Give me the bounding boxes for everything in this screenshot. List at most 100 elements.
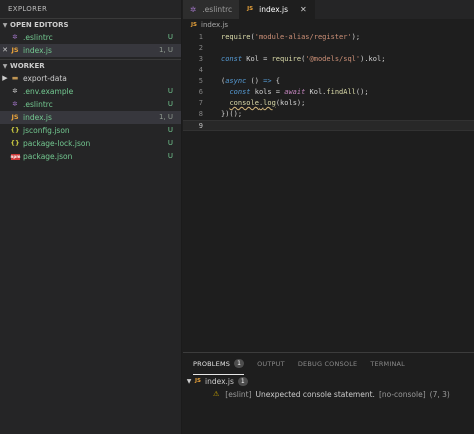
tab-debug-console[interactable]: DEBUG CONSOLE (298, 353, 358, 375)
js-icon: JS (247, 6, 254, 12)
tab-label: PROBLEMS (193, 359, 231, 368)
problem-file-count-badge: 1 (237, 377, 248, 386)
line-number: 1 (198, 33, 203, 41)
token: () (246, 77, 264, 85)
chevron-right-icon: ▶ (2, 74, 8, 82)
open-editors-label: OPEN EDITORS (10, 20, 69, 29)
js-icon: JS (195, 378, 202, 384)
git-status-badge: U (167, 139, 173, 147)
tree-item-package-json[interactable]: npm package.json U (0, 150, 181, 163)
tree-item-export-data[interactable]: ▶ ▬ export-data (0, 72, 181, 85)
close-icon[interactable]: ✕ (0, 44, 10, 57)
token: console (229, 99, 259, 107)
token: '@models/sql' (305, 55, 361, 63)
problem-rule: [no-console] (378, 390, 426, 399)
code-line: 7 console.log(kols); (183, 98, 474, 109)
explorer-sidebar: EXPLORER ▼ OPEN EDITORS ✲ .eslintrc U ✕ … (0, 0, 182, 434)
line-number: 2 (198, 44, 203, 52)
worker-header[interactable]: ▼ WORKER (0, 59, 181, 72)
js-icon: JS (191, 22, 198, 28)
chevron-down-icon: ▼ (186, 378, 192, 385)
token: async (225, 77, 247, 85)
current-code-line: 9 (183, 120, 474, 131)
code-line: 8 })(); (183, 109, 474, 120)
tree-item-jsconfig-json[interactable]: {} jsconfig.json U (0, 124, 181, 137)
tree-item-package-lock-json[interactable]: {} package-lock.json U (0, 137, 181, 150)
token: ); (296, 99, 306, 107)
token: Kol = (242, 55, 272, 63)
tree-item-index-js[interactable]: JS index.js 1, U (0, 111, 181, 124)
problem-status-badge: 1, U (158, 46, 173, 54)
line-number: 6 (198, 88, 203, 96)
js-icon: JS (11, 46, 19, 54)
problem-message: Unexpected console statement. (255, 390, 375, 399)
token: log (263, 99, 276, 107)
file-name: index.js (23, 46, 52, 55)
token: await (284, 88, 306, 96)
file-name: package.json (23, 152, 73, 161)
code-line: 3 const Kol = require('@models/sql').kol… (183, 54, 474, 65)
token: { (271, 77, 281, 85)
token: kols = (250, 88, 285, 96)
problem-file-row[interactable]: ▼ JS index.js 1 (183, 375, 474, 388)
token: require (271, 55, 302, 63)
tab-label: .eslintrc (202, 5, 233, 14)
git-status-badge: U (167, 126, 173, 134)
git-status-badge: U (167, 33, 173, 41)
tab-index-js[interactable]: JS index.js ✕ (240, 0, 315, 19)
warning-icon: ⚠ (213, 390, 220, 398)
folder-icon: ▬ (11, 74, 19, 82)
bottom-panel: PROBLEMS 1 OUTPUT DEBUG CONSOLE TERMINAL… (183, 352, 474, 434)
tab-problems[interactable]: PROBLEMS 1 (193, 353, 245, 375)
file-name: package-lock.json (23, 139, 91, 148)
problems-count-badge: 1 (234, 359, 245, 368)
problem-item[interactable]: ⚠ [eslint] Unexpected console statement.… (183, 388, 474, 401)
open-editor-item-eslintrc[interactable]: ✲ .eslintrc U (0, 31, 181, 44)
breadcrumb-file: index.js (201, 21, 228, 29)
gear-icon: ✲ (12, 87, 18, 95)
close-icon[interactable]: ✕ (300, 0, 307, 19)
file-name: jsconfig.json (23, 126, 70, 135)
editor-tab-bar: ✲ .eslintrc JS index.js ✕ (183, 0, 474, 19)
code-line: 5 (async () => { (183, 76, 474, 87)
explorer-title: EXPLORER (8, 5, 48, 13)
chevron-down-icon: ▼ (2, 21, 8, 29)
gear-icon: ✲ (12, 100, 18, 108)
file-name: index.js (23, 113, 52, 122)
file-name: .env.example (23, 87, 74, 96)
line-number: 8 (198, 110, 203, 118)
tree-item-eslintrc[interactable]: ✲ .eslintrc U (0, 98, 181, 111)
code-line: 2 (183, 43, 474, 54)
code-line: 4 (183, 65, 474, 76)
token: require (221, 33, 251, 41)
tab-terminal[interactable]: TERMINAL (370, 353, 405, 375)
token: ); (351, 33, 361, 41)
git-status-badge: U (167, 152, 173, 160)
token: kols (280, 99, 297, 107)
git-status-badge: U (167, 100, 173, 108)
token: findAll (326, 88, 356, 96)
tab-eslintrc[interactable]: ✲ .eslintrc (183, 0, 241, 19)
open-editor-item-index-js[interactable]: ✕ JS index.js 1, U (0, 44, 181, 57)
problem-position: (7, 3) (429, 390, 450, 399)
code-line: 6 const kols = await Kol.findAll(); (183, 87, 474, 98)
gear-icon: ✲ (12, 33, 18, 41)
breadcrumb[interactable]: JS index.js (183, 19, 474, 32)
token: })(); (221, 110, 243, 118)
npm-icon: npm (10, 154, 21, 160)
line-number: 3 (198, 55, 203, 63)
problem-source: [eslint] (225, 390, 252, 399)
token: Kol. (305, 88, 327, 96)
gear-icon: ✲ (190, 5, 197, 14)
problem-file-name: index.js (205, 377, 234, 386)
tab-output[interactable]: OUTPUT (257, 353, 285, 375)
line-number: 4 (198, 66, 203, 74)
open-editors-header[interactable]: ▼ OPEN EDITORS (0, 18, 181, 31)
folder-name: export-data (23, 74, 67, 83)
json-icon: {} (10, 139, 20, 147)
tab-label: index.js (259, 5, 289, 14)
line-number: 7 (198, 99, 203, 107)
tree-item-env-example[interactable]: ✲ .env.example U (0, 85, 181, 98)
code-editor[interactable]: 1 require('module-alias/register'); 2 3 … (183, 32, 474, 352)
code-line: 1 require('module-alias/register'); (183, 32, 474, 43)
